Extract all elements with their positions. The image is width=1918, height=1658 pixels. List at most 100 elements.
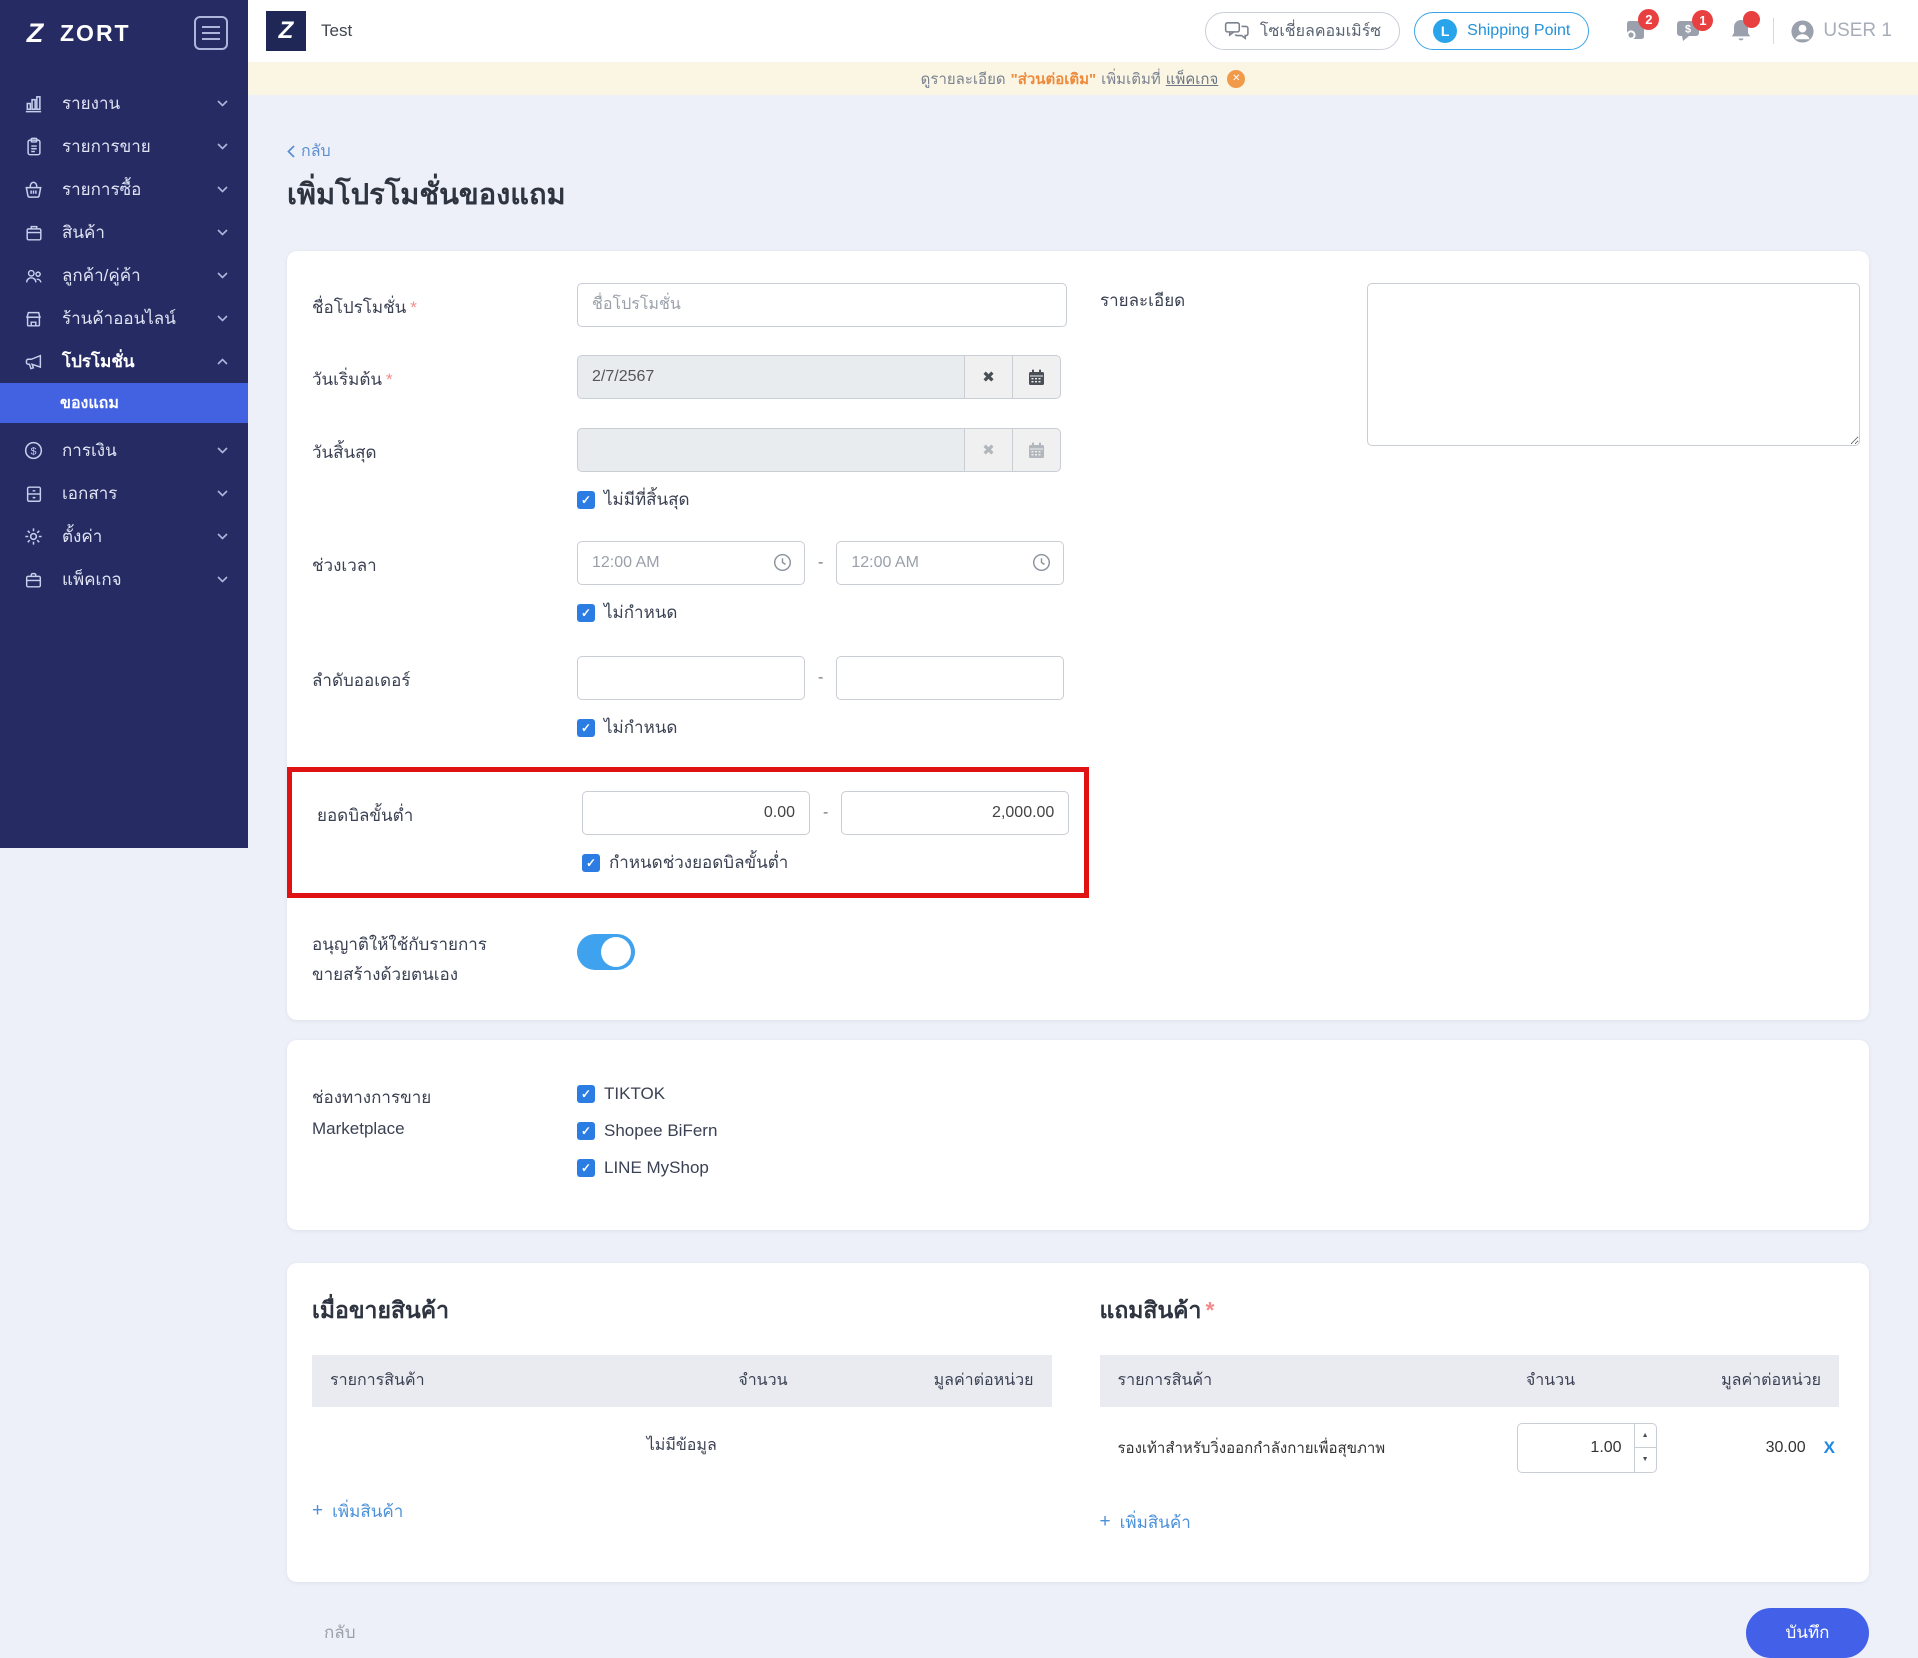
min-bill-checkbox[interactable]: ✓ (582, 853, 600, 872)
main-area: Z Test โซเชี่ยลคอมเมิร์ซ L Shipping Poin… (248, 0, 1918, 1658)
start-date-input[interactable]: 2/7/2567 (577, 355, 965, 399)
sidebar-menu: รายงาน รายการขาย รายการซื้อ สินค้า ลูกค้… (0, 82, 248, 601)
banner-prefix: ดูรายละเอียด (920, 70, 1006, 88)
clear-x-icon: ✖ (982, 369, 995, 386)
bell-button[interactable] (1729, 11, 1761, 44)
remove-row-button[interactable]: X (1824, 1438, 1835, 1458)
no-end-date-checkbox[interactable]: ✓ (577, 490, 595, 509)
unit-value: 30.00 (1765, 1438, 1806, 1456)
channels-label: ช่องทางการขาย Marketplace (312, 1087, 432, 1138)
form-left-column: ชื่อโปรโมชั่น* วันเริ่มต้น* 2/7/2567 ✖ (287, 283, 1089, 990)
clipboard-icon (22, 136, 45, 157)
start-date-clear-button[interactable]: ✖ (965, 355, 1013, 399)
add-free-item-link[interactable]: + เพิ่มสินค้า (1100, 1509, 1191, 1536)
zort-logo-icon: Z (26, 17, 44, 48)
sidebar-collapse-button[interactable] (194, 16, 228, 50)
channel-checkbox[interactable]: ✓ (577, 1121, 595, 1140)
sidebar-item-documents[interactable]: เอกสาร (0, 472, 248, 515)
order-to-input[interactable] (836, 656, 1065, 700)
social-commerce-button[interactable]: โซเชี่ยลคอมเมิร์ซ (1204, 12, 1401, 50)
sidebar-item-label: แพ็คเกจ (62, 570, 122, 589)
sidebar-item-promotions[interactable]: โปรโมชั่น (0, 340, 248, 383)
channel-label: Shopee BiFern (604, 1120, 718, 1140)
plus-icon: + (312, 1500, 324, 1521)
chevron-down-icon (217, 143, 228, 150)
min-bill-from-input[interactable] (582, 791, 810, 835)
time-to-input[interactable] (836, 541, 1065, 585)
add-free-item-label: เพิ่มสินค้า (1119, 1512, 1191, 1532)
banner-middle: เพิ่มเติมที่ (1101, 70, 1161, 88)
sidebar-item-products[interactable]: สินค้า (0, 211, 248, 254)
chevron-down-icon (217, 533, 228, 540)
table-row: รองเท้าสำหรับวิ่งออกกำลังกายเพื่อสุขภาพ … (1100, 1407, 1840, 1479)
range-dash: - (823, 804, 829, 821)
order-range-label: ลำดับออเดอร์ (312, 671, 411, 690)
topbar-divider (1773, 18, 1775, 44)
bar-chart-icon (22, 93, 45, 114)
min-bill-inputs: - (582, 791, 1070, 835)
user-menu[interactable]: USER 1 (1790, 19, 1892, 44)
promotions-notification-button[interactable]: 2 (1621, 9, 1660, 44)
sidebar-item-sales[interactable]: รายการขาย (0, 125, 248, 168)
clock-icon (1032, 553, 1051, 572)
channel-checkbox[interactable]: ✓ (577, 1158, 595, 1177)
plus-icon: + (1099, 1511, 1111, 1532)
chevron-down-icon (217, 100, 228, 107)
allow-manual-toggle[interactable] (577, 934, 635, 970)
min-bill-to-input[interactable] (841, 791, 1070, 835)
quantity-increase-button[interactable]: ▲ (1634, 1422, 1657, 1447)
sidebar-subitem-label: ของแถม (60, 394, 119, 412)
billing-message-button[interactable]: $ 1 (1675, 10, 1714, 43)
end-date-group: ✖ (577, 428, 1061, 472)
sidebar-item-label: รายการขาย (62, 137, 151, 156)
calendar-icon (1029, 442, 1044, 458)
promotion-name-input[interactable] (577, 283, 1067, 327)
sidebar-item-packages[interactable]: แพ็คเกจ (0, 558, 248, 601)
start-date-calendar-button[interactable] (1013, 355, 1061, 399)
start-date-row: วันเริ่มต้น * 2/7/2567 ✖ (312, 355, 1067, 399)
addon-banner: ดูรายละเอียด "ส่วนต่อเติม" เพิ่มเติมที่ … (248, 62, 1918, 95)
description-textarea[interactable] (1367, 283, 1860, 446)
svg-text:$: $ (31, 445, 37, 457)
end-date-row: วันสิ้นสุด ✖ ✓ ไม่มีที่สิ้นสุด (312, 428, 1067, 513)
end-date-calendar-button[interactable] (1013, 428, 1061, 472)
sidebar-item-label: รายงาน (62, 94, 121, 113)
time-unset-checkbox[interactable]: ✓ (577, 603, 595, 622)
sidebar-item-label: ตั้งค่า (62, 527, 103, 546)
sidebar-item-online-store[interactable]: ร้านค้าออนไลน์ (0, 297, 248, 340)
shipping-point-button[interactable]: L Shipping Point (1414, 12, 1590, 50)
when-sell-title: เมื่อขายสินค้า (312, 1296, 450, 1323)
table-header: รายการสินค้า จำนวน มูลค่าต่อหน่วย (1099, 1354, 1839, 1407)
chevron-down-icon (217, 576, 228, 583)
sidebar-item-label: สินค้า (62, 223, 105, 242)
back-link[interactable]: กลับ (287, 139, 331, 164)
people-icon (22, 266, 45, 286)
promotion-name-row: ชื่อโปรโมชั่น * (312, 283, 1067, 327)
column-product: รายการสินค้า (330, 1372, 425, 1389)
channel-checkbox[interactable]: ✓ (577, 1084, 595, 1103)
sidebar-item-reports[interactable]: รายงาน (0, 82, 248, 125)
order-from-input[interactable] (577, 656, 805, 700)
time-range-row: ช่วงเวลา - (312, 541, 1067, 626)
quantity-input[interactable] (1516, 1422, 1635, 1473)
end-date-clear-button[interactable]: ✖ (965, 428, 1013, 472)
sidebar-item-purchases[interactable]: รายการซื้อ (0, 168, 248, 211)
order-unset-checkbox[interactable]: ✓ (577, 718, 595, 737)
banner-close-icon[interactable]: ✕ (1227, 69, 1246, 88)
shipping-point-label: Shipping Point (1467, 22, 1571, 39)
sidebar-subitem-free-gifts[interactable]: ของแถม (0, 383, 248, 423)
chevron-up-icon (217, 358, 228, 365)
sidebar: Z ZORT รายงาน รายการขาย รายการซื้อ สินค้… (0, 0, 248, 848)
toggle-knob (601, 937, 631, 967)
sidebar-item-finance[interactable]: $ การเงิน (0, 429, 248, 472)
end-date-input[interactable] (577, 428, 965, 472)
clear-x-icon: ✖ (982, 442, 995, 459)
sidebar-item-settings[interactable]: ตั้งค่า (0, 515, 248, 558)
add-product-link[interactable]: + เพิ่มสินค้า (312, 1498, 403, 1525)
min-bill-checkbox-row: ✓ กำหนดช่วงยอดบิลขั้นต่ำ (582, 849, 1084, 876)
storefront-icon (22, 309, 45, 329)
quantity-decrease-button[interactable]: ▼ (1634, 1447, 1657, 1473)
sidebar-item-customers[interactable]: ลูกค้า/คู่ค้า (0, 254, 248, 297)
time-from-input[interactable] (577, 541, 805, 585)
banner-package-link[interactable]: แพ็คเกจ (1166, 67, 1219, 91)
